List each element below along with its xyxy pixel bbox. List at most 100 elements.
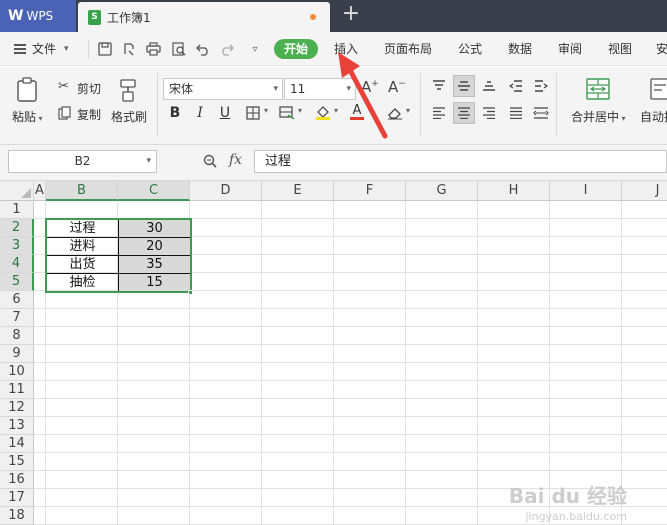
- tab-insert[interactable]: 插入: [334, 40, 358, 57]
- row-header-4[interactable]: 4: [0, 255, 34, 273]
- align-left-icon[interactable]: [428, 102, 450, 124]
- increase-indent-icon[interactable]: [530, 75, 552, 97]
- row-header-11[interactable]: 11: [0, 381, 34, 399]
- chevron-down-icon[interactable]: ▾: [368, 107, 372, 115]
- row-header-3[interactable]: 3: [0, 237, 34, 255]
- wrap-text-button[interactable]: 自动换: [640, 108, 667, 125]
- row-header-5[interactable]: 5: [0, 273, 34, 291]
- table-cell-value[interactable]: 35: [118, 255, 191, 274]
- new-tab-button[interactable]: +: [340, 3, 362, 26]
- column-header-h[interactable]: H: [478, 181, 550, 201]
- align-bottom-icon[interactable]: [478, 75, 500, 97]
- row-header-8[interactable]: 8: [0, 327, 34, 345]
- eraser-icon[interactable]: [384, 102, 406, 124]
- row-header-16[interactable]: 16: [0, 471, 34, 489]
- chevron-down-icon[interactable]: ▾: [264, 107, 268, 115]
- row-header-2[interactable]: 2: [0, 219, 34, 237]
- tab-page-layout[interactable]: 页面布局: [384, 40, 432, 57]
- distributed-align-icon[interactable]: [530, 102, 552, 124]
- decrease-indent-icon[interactable]: [505, 75, 527, 97]
- align-center-icon[interactable]: [453, 102, 475, 124]
- tab-data[interactable]: 数据: [508, 40, 532, 57]
- row-header-14[interactable]: 14: [0, 435, 34, 453]
- tab-start[interactable]: 开始: [274, 39, 318, 59]
- fill-handle[interactable]: [188, 290, 193, 295]
- table-cell-label[interactable]: 出货: [46, 255, 119, 274]
- italic-icon[interactable]: I: [189, 102, 211, 124]
- tab-view[interactable]: 视图: [608, 40, 632, 57]
- format-painter-icon[interactable]: [118, 79, 138, 106]
- customize-toolbar-icon[interactable]: ▿: [246, 40, 264, 58]
- column-header-g[interactable]: G: [406, 181, 478, 201]
- undo-icon[interactable]: [194, 40, 212, 58]
- document-tab[interactable]: S 工作簿1: [78, 2, 330, 32]
- cell-style-icon[interactable]: [276, 102, 298, 124]
- row-gridline: [34, 326, 667, 327]
- table-cell-value[interactable]: 30: [118, 219, 191, 238]
- zoom-icon[interactable]: [203, 154, 217, 172]
- row-header-12[interactable]: 12: [0, 399, 34, 417]
- font-size-select[interactable]: 11 ▾: [284, 78, 356, 100]
- paste-icon[interactable]: [16, 77, 38, 106]
- paste-button[interactable]: 粘贴 ▾: [12, 108, 43, 125]
- column-header-a[interactable]: A: [34, 181, 46, 201]
- column-header-f[interactable]: F: [334, 181, 406, 201]
- row-header-10[interactable]: 10: [0, 363, 34, 381]
- file-menu-button[interactable]: 文件 ▾: [14, 40, 69, 57]
- row-header-6[interactable]: 6: [0, 291, 34, 309]
- column-header-d[interactable]: D: [190, 181, 262, 201]
- borders-icon[interactable]: [242, 102, 264, 124]
- spreadsheet-grid[interactable]: ABCDEFGHIJ 1 2 3 4 5 6 7 8 9 10 11 12 13 14 15 16 17 18 过…: [0, 181, 667, 525]
- row-header-9[interactable]: 9: [0, 345, 34, 363]
- justify-icon[interactable]: [505, 102, 527, 124]
- copy-button[interactable]: 复制: [77, 106, 101, 123]
- chevron-down-icon[interactable]: ▾: [298, 107, 302, 115]
- chevron-down-icon[interactable]: ▾: [334, 107, 338, 115]
- wps-home-tab[interactable]: W WPS: [0, 0, 76, 32]
- row-header-15[interactable]: 15: [0, 453, 34, 471]
- save-icon[interactable]: [96, 40, 114, 58]
- cut-button[interactable]: 剪切: [77, 80, 101, 97]
- formula-input[interactable]: 过程: [254, 150, 667, 173]
- column-header-c[interactable]: C: [118, 181, 190, 201]
- tab-review[interactable]: 审阅: [558, 40, 582, 57]
- tab-security[interactable]: 安: [656, 40, 667, 57]
- print-preview-icon[interactable]: [170, 40, 188, 58]
- table-cell-label[interactable]: 抽检: [46, 273, 119, 292]
- format-painter-button[interactable]: 格式刷: [111, 108, 147, 125]
- redo-icon[interactable]: [218, 40, 236, 58]
- row-header-13[interactable]: 13: [0, 417, 34, 435]
- row-header-1[interactable]: 1: [0, 201, 34, 219]
- font-name-select[interactable]: 宋体 ▾: [163, 78, 283, 100]
- bold-icon[interactable]: B: [164, 102, 186, 124]
- row-header-17[interactable]: 17: [0, 489, 34, 507]
- name-box[interactable]: B2 ▾: [8, 150, 157, 173]
- insert-function-button[interactable]: fx: [229, 152, 242, 168]
- table-cell-value[interactable]: 15: [118, 273, 191, 292]
- select-all-corner[interactable]: [0, 181, 34, 201]
- fill-color-icon[interactable]: [312, 102, 334, 124]
- align-right-icon[interactable]: [478, 102, 500, 124]
- merge-center-icon[interactable]: [586, 78, 610, 103]
- column-header-e[interactable]: E: [262, 181, 334, 201]
- row-header-7[interactable]: 7: [0, 309, 34, 327]
- column-header-i[interactable]: I: [550, 181, 622, 201]
- row-header-18[interactable]: 18: [0, 507, 34, 525]
- underline-icon[interactable]: U: [214, 102, 236, 124]
- wrap-text-icon[interactable]: [650, 78, 667, 103]
- align-middle-icon[interactable]: [453, 75, 475, 97]
- column-header-b[interactable]: B: [46, 181, 118, 201]
- align-top-icon[interactable]: [428, 75, 450, 97]
- table-cell-label[interactable]: 过程: [46, 219, 119, 238]
- table-cell-value[interactable]: 20: [118, 237, 191, 256]
- increase-font-size-icon[interactable]: A+: [361, 80, 379, 95]
- table-cell-label[interactable]: 进料: [46, 237, 119, 256]
- tab-formulas[interactable]: 公式: [458, 40, 482, 57]
- decrease-font-size-icon[interactable]: A−: [388, 80, 406, 95]
- export-pdf-icon[interactable]: [120, 40, 138, 58]
- font-color-icon[interactable]: A: [346, 101, 368, 123]
- chevron-down-icon[interactable]: ▾: [406, 107, 410, 115]
- print-icon[interactable]: [144, 40, 162, 58]
- merge-center-button[interactable]: 合并居中 ▾: [571, 108, 626, 125]
- column-header-j[interactable]: J: [622, 181, 667, 201]
